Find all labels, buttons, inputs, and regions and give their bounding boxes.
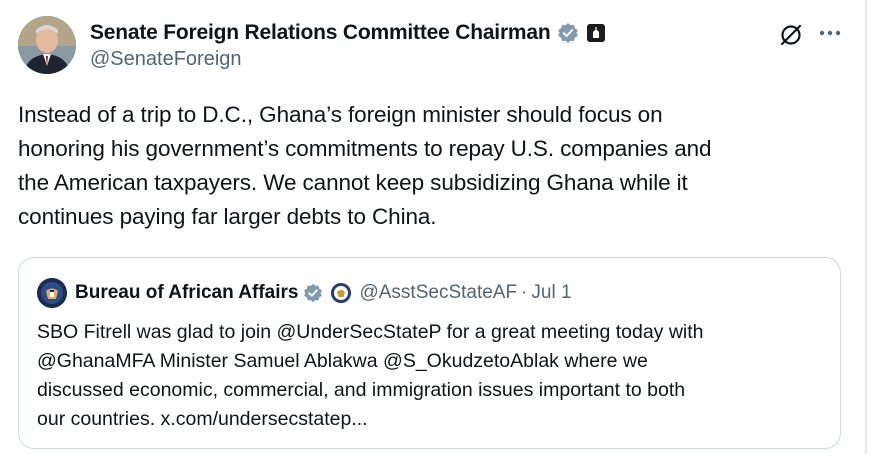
verified-badge-icon[interactable]: [557, 22, 579, 44]
quoted-tweet-card[interactable]: Bureau of African Affairs @AsstSecStateA…: [18, 257, 841, 449]
tweet-header: Senate Foreign Relations Committee Chair…: [18, 16, 848, 76]
quoted-display-name[interactable]: Bureau of African Affairs: [75, 282, 298, 304]
grok-icon[interactable]: [778, 22, 804, 48]
more-icon[interactable]: [818, 28, 842, 38]
author-handle[interactable]: @SenateForeign: [90, 48, 605, 71]
tweet-text: Instead of a trip to D.C., Ghana’s forei…: [18, 102, 712, 229]
quoted-date[interactable]: Jul 1: [531, 282, 571, 304]
government-badge-icon[interactable]: [586, 24, 605, 42]
author-names: Senate Foreign Relations Committee Chair…: [90, 20, 605, 71]
quoted-tweet-text: SBO Fitrell was glad to join @UnderSecSt…: [37, 321, 704, 430]
quoted-affiliate-seal-icon[interactable]: [331, 283, 352, 303]
quoted-tweet-header: Bureau of African Affairs @AsstSecStateA…: [37, 278, 572, 308]
author-avatar[interactable]: [18, 16, 76, 74]
quoted-author-avatar[interactable]: [37, 278, 67, 308]
quoted-verified-badge-icon[interactable]: [303, 283, 323, 303]
author-display-name[interactable]: Senate Foreign Relations Committee Chair…: [90, 21, 551, 45]
quoted-handle[interactable]: @AsstSecStateAF: [359, 282, 517, 304]
right-divider: [865, 0, 867, 454]
author-avatar-image: [18, 16, 76, 74]
quoted-separator: ·: [521, 282, 528, 303]
